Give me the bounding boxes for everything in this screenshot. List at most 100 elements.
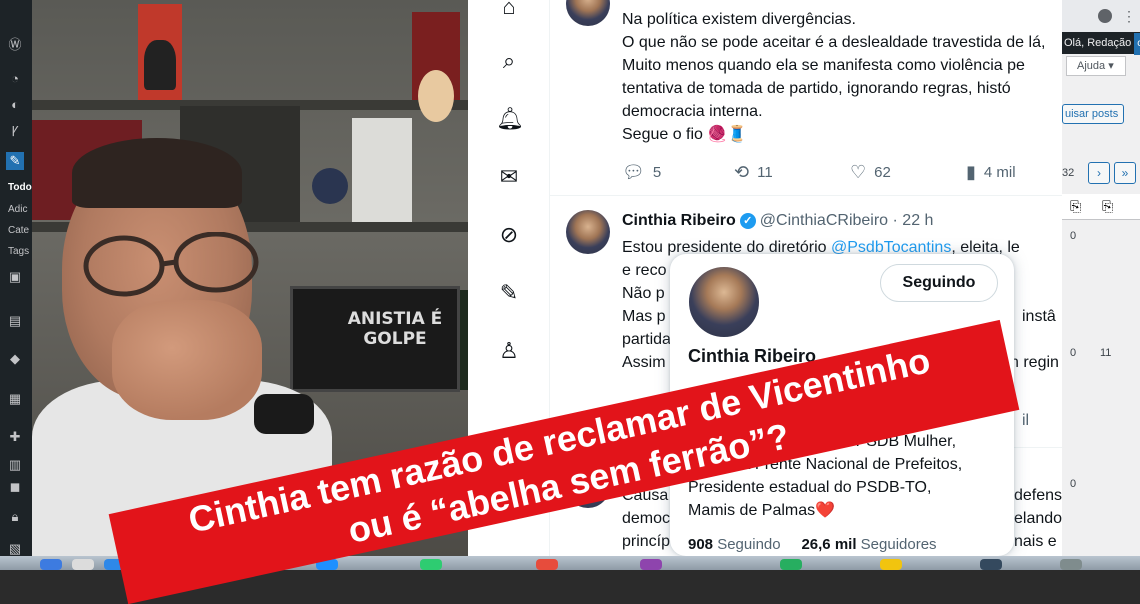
last-page-button[interactable]: » [1114, 162, 1136, 184]
profile-icon[interactable] [1098, 9, 1112, 23]
user-avatar[interactable]: ct [1134, 33, 1140, 55]
app-icon[interactable] [72, 559, 94, 570]
person-hand [112, 300, 262, 420]
wordpress-logo-icon[interactable]: Ⓦ [6, 36, 24, 54]
views-button[interactable]: ▮ 4 mil [966, 160, 1016, 185]
avatar[interactable] [686, 264, 762, 340]
lock-icon[interactable]: 🔒︎ [6, 508, 24, 526]
view-count: 4 mil [983, 164, 1016, 181]
avatar[interactable] [566, 0, 610, 26]
person-hair [72, 138, 242, 208]
sidebar-item-all-posts[interactable]: Todo [8, 182, 32, 193]
pages-icon[interactable]: ▤ [6, 312, 24, 330]
author-handle[interactable]: @CinthiaCRibeiro · 22 h [760, 212, 934, 229]
home-icon[interactable]: ⌂ [496, 0, 522, 20]
sidebar-item-categories[interactable]: Cate [8, 225, 29, 236]
following-label[interactable]: Seguindo [717, 536, 780, 553]
trash-icon[interactable] [1060, 559, 1082, 570]
profile-icon[interactable]: ♙ [496, 338, 522, 364]
tweet-header: Cinthia Ribeiro ✓ @CinthiaCRibeiro · 22 h [622, 212, 933, 230]
comment-icon[interactable]: ◼ [6, 478, 24, 496]
menu-icon[interactable]: ⋮ [1122, 8, 1136, 25]
tweet-text-fragment: n regin [1010, 354, 1059, 371]
reply-button[interactable]: 💬︎ 5 [622, 160, 661, 185]
dashboard-icon[interactable]: ◐ [6, 96, 24, 114]
app-icon[interactable] [640, 559, 662, 570]
pin-icon[interactable]: ✎ [6, 152, 24, 170]
figure-art [144, 40, 176, 90]
tweet-text: democ [622, 510, 671, 527]
author-name[interactable]: Cinthia Ribeiro [622, 212, 736, 229]
protest-sign: ANISTIA É GOLPE [290, 286, 460, 392]
tweet-text: Não p [622, 285, 665, 302]
help-button[interactable]: Ajuda ▾ [1066, 56, 1126, 76]
figure-art [418, 70, 454, 122]
wristwatch [254, 394, 314, 434]
tweet-text-fragment: defens [1014, 487, 1062, 504]
compose-icon[interactable]: ✎ [496, 280, 522, 306]
tweet[interactable]: Na política existem divergências. O que … [550, 0, 1062, 196]
following-count[interactable]: 908 [688, 536, 713, 553]
bell-icon[interactable]: 🔔︎ [496, 106, 524, 132]
avatar[interactable] [566, 210, 610, 254]
tweet-actions: 💬︎ 5 ⟲ 11 ♡ 62 ▮ 4 mil [622, 160, 1042, 184]
plugin-icon[interactable]: ꝩ [6, 120, 24, 138]
tweet-text: princíp [622, 533, 671, 550]
tweet-text: partida [622, 331, 671, 348]
followers-label[interactable]: Seguidores [861, 536, 937, 553]
plugins-icon[interactable]: ✚ [6, 428, 24, 446]
retweet-count: 11 [757, 164, 773, 181]
dashboard-icon[interactable]: ◔ [6, 70, 24, 88]
app-icon[interactable] [980, 559, 1002, 570]
table-cell: 11 [1100, 347, 1112, 359]
tweet-text: Assim [622, 354, 666, 371]
profile-stats: 908 Seguindo 26,6 mil Seguidores [688, 536, 937, 553]
next-page-button[interactable]: › [1088, 162, 1110, 184]
mail-icon[interactable]: ✉ [496, 164, 522, 190]
reply-icon: 💬︎ [622, 162, 645, 182]
chart-icon: ▮ [966, 162, 976, 182]
followers-count[interactable]: 26,6 mil [801, 536, 856, 553]
wp-admin-bar[interactable]: Olá, Redaçãoct [1062, 32, 1140, 55]
profile-bio: Presidente estadual do PSDB-TO, [688, 479, 932, 496]
table-cell: 0 [1070, 347, 1077, 359]
greeting-text: Olá, Redação [1064, 37, 1132, 49]
finder-icon[interactable] [40, 559, 62, 570]
app-icon[interactable] [536, 559, 558, 570]
app-icon[interactable] [420, 559, 442, 570]
users-icon[interactable]: ▥ [6, 456, 24, 474]
comments-icon[interactable]: ▦ [6, 390, 24, 408]
tweet-text: Segue o fio 🧶🧵 [622, 126, 748, 143]
browser-toolbar: ⋮ [1062, 0, 1140, 32]
wp-admin-content: ⋮ Olá, Redaçãoct Ajuda ▾ uisar posts 32 … [1062, 0, 1140, 556]
globe [312, 168, 348, 204]
like-button[interactable]: ♡ 62 [850, 160, 891, 185]
slash-icon[interactable]: ⊘ [496, 222, 522, 248]
tweet-text-fragment: elando [1014, 510, 1062, 527]
app-icon[interactable] [880, 559, 902, 570]
tweet-text: Na política existem divergências. [622, 11, 856, 28]
sidebar-item-tags[interactable]: Tags [8, 246, 29, 257]
profile-bio: Mamis de Palmas❤️ [688, 502, 836, 519]
retweet-button[interactable]: ⟲ 11 [734, 160, 773, 185]
like-count: 62 [874, 164, 891, 181]
tweet-text: democracia interna. [622, 103, 763, 120]
table-header: ⎘ ⎘ [1062, 194, 1140, 220]
search-posts-button[interactable]: uisar posts [1062, 104, 1124, 124]
column-sort-icon[interactable]: ⎘ [1070, 198, 1081, 215]
tweet-text: O que não se pode aceitar é a deslealdad… [622, 34, 1046, 51]
following-button[interactable]: Seguindo [880, 264, 998, 302]
verified-icon: ✓ [739, 213, 756, 229]
sidebar-item-add[interactable]: Adic [8, 204, 27, 215]
items-count: 32 [1062, 167, 1075, 179]
column-sort-icon[interactable]: ⎘ [1102, 198, 1113, 215]
tweet-text: Muito menos quando ela se manifesta como… [622, 57, 1025, 74]
heart-icon: ♡ [850, 162, 867, 182]
retweet-icon: ⟲ [734, 162, 750, 182]
media-icon[interactable]: ▣ [6, 268, 24, 286]
tag-icon[interactable]: ◆ [6, 350, 24, 368]
tweet-text: e reco [622, 262, 667, 279]
show-more-link[interactable]: il [1022, 409, 1029, 432]
search-icon[interactable]: ⌕ [496, 48, 522, 74]
app-icon[interactable] [780, 559, 802, 570]
